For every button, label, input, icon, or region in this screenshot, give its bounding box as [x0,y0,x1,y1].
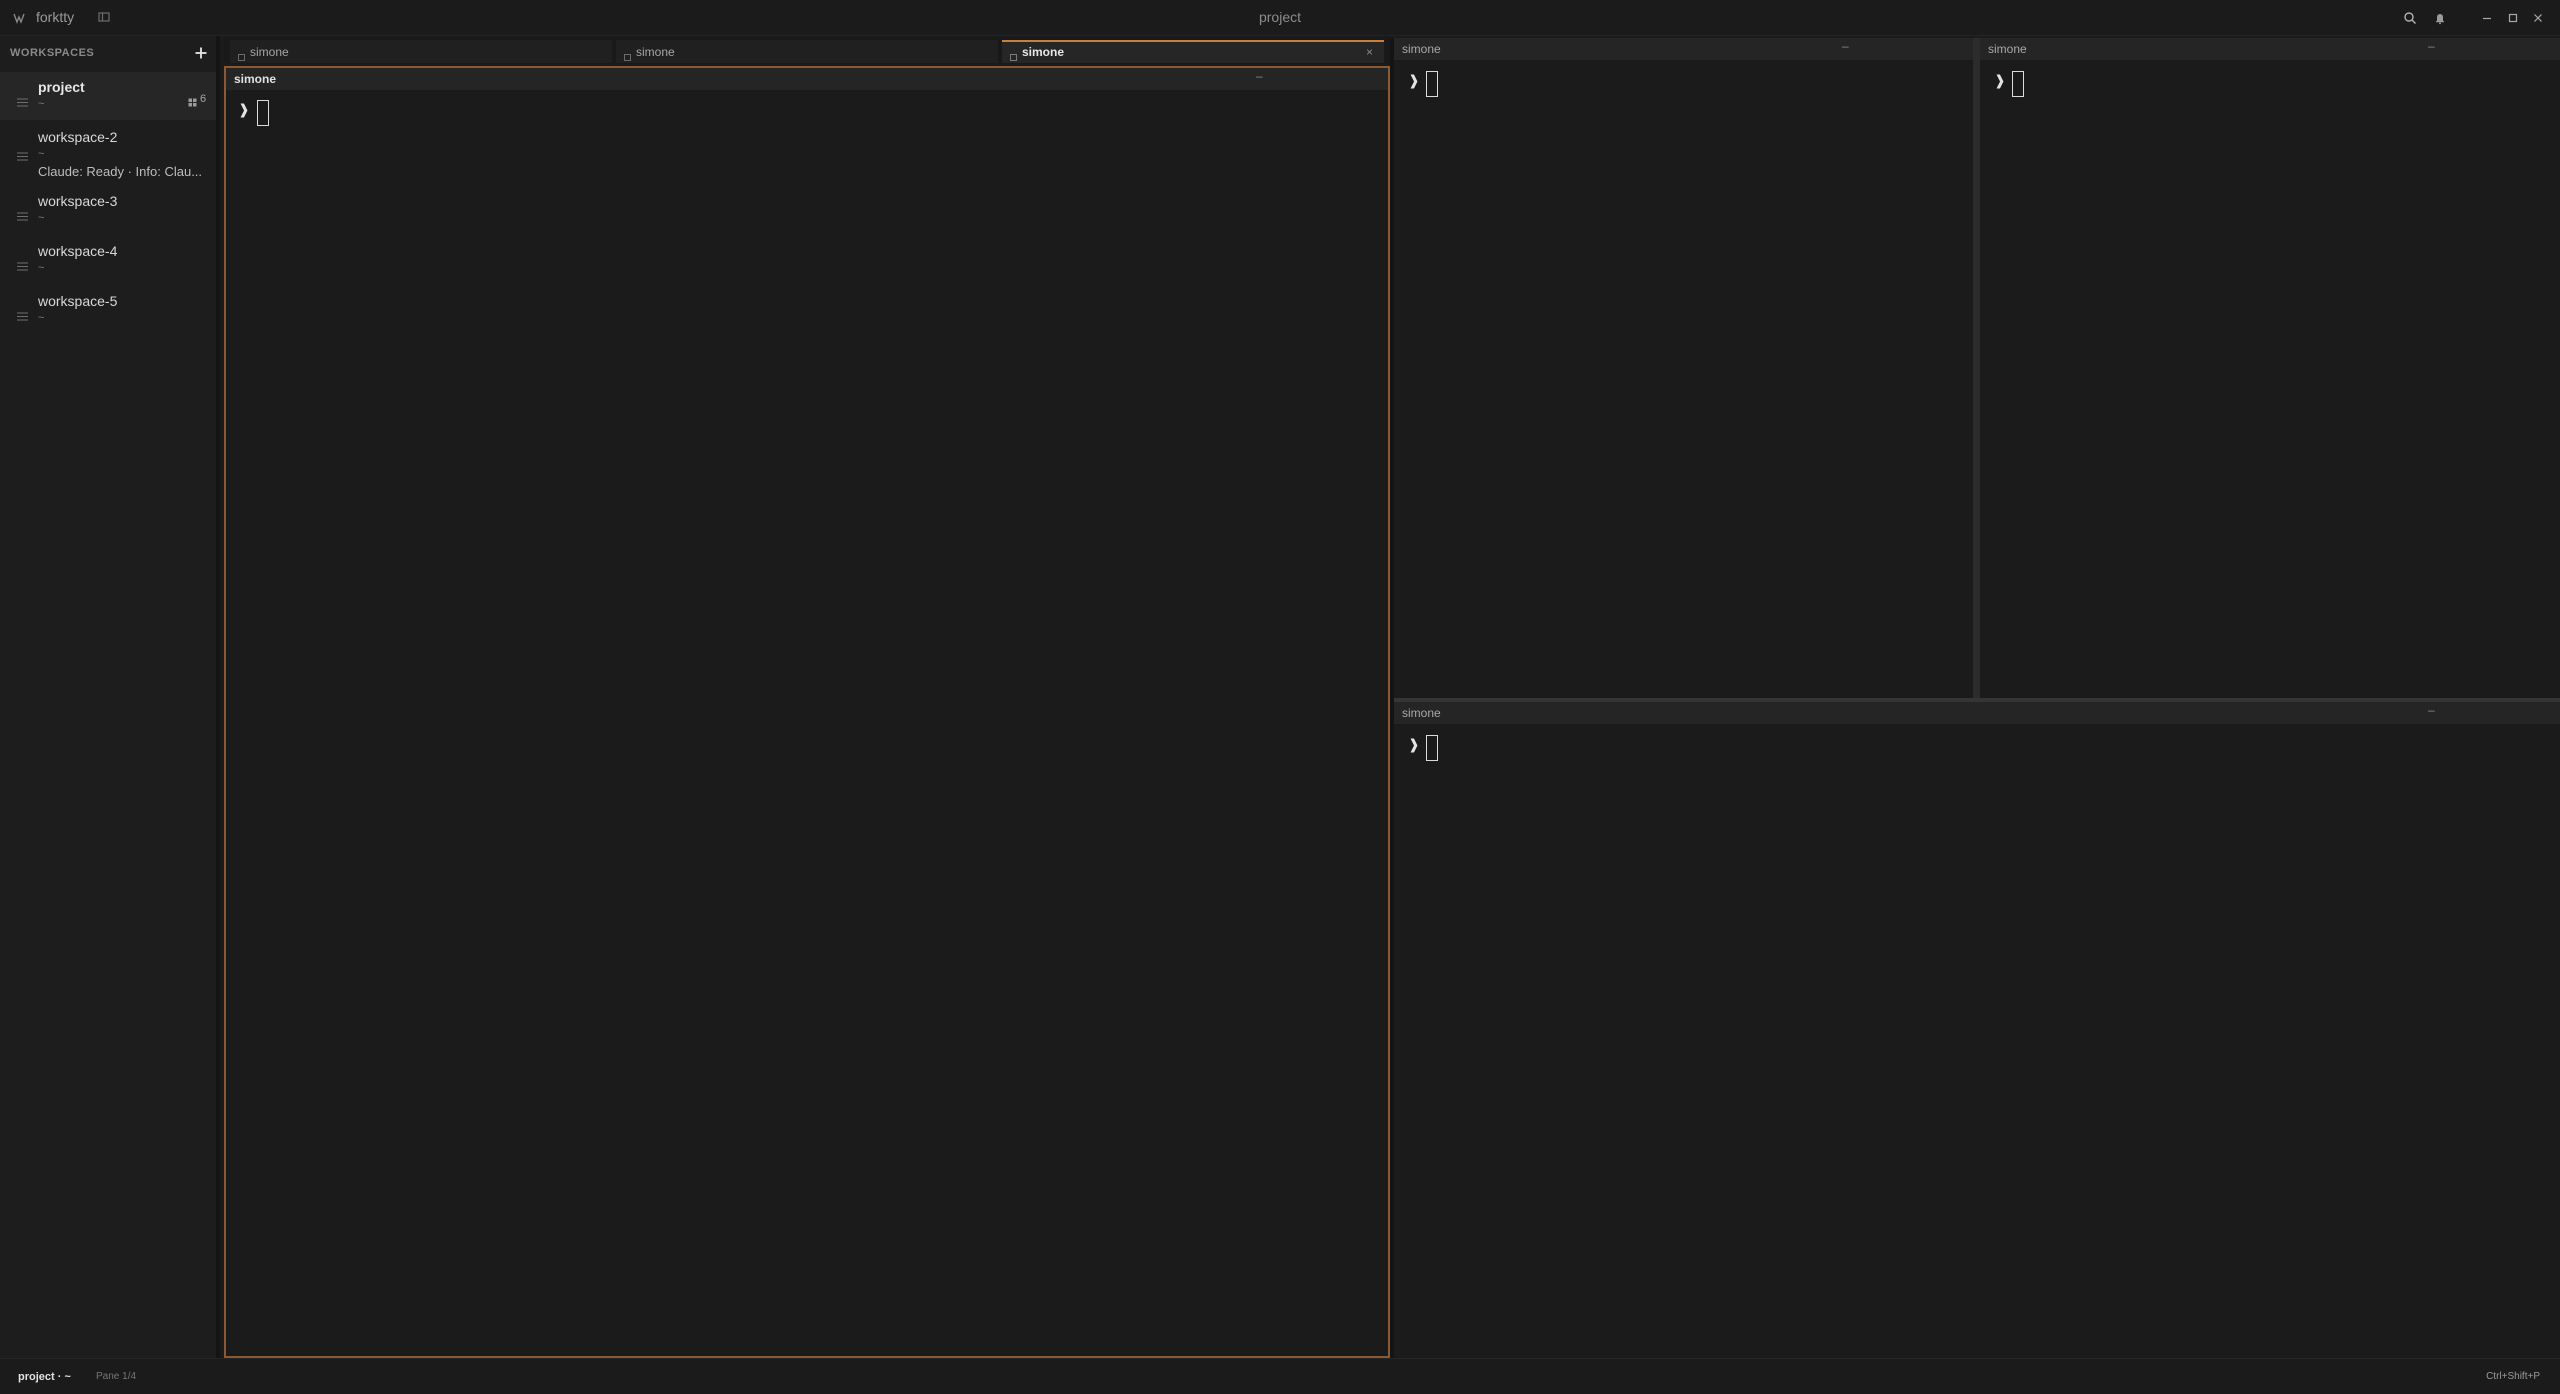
terminal-cursor [1426,71,1438,97]
pane-minimize-button[interactable]: – [2428,703,2435,717]
shell-prompt: ❱ [1408,73,1420,89]
terminal-pane-top-middle[interactable]: simone – ❱ [1394,38,1973,698]
drag-handle-icon[interactable] [17,94,28,107]
workspace-path: ~ [38,312,45,324]
shell-prompt: ❱ [238,102,250,118]
status-workspace: project · ~ [18,1371,71,1383]
tab-simone-3[interactable]: simone × [1002,40,1384,63]
shell-prompt: ❱ [1408,737,1420,753]
workspace-item-workspace-3[interactable]: workspace-3 ~ [0,186,216,234]
workspace-name: workspace-3 [38,193,118,209]
status-bar: project · ~ Pane 1/4 Ctrl+Shift+P [0,1358,2560,1394]
terminal-tab-icon [1010,48,1017,61]
workspace-path: ~ [38,148,45,160]
terminal-tab-icon [238,48,245,61]
tab-label: simone [250,45,289,59]
sidebar-header: WORKSPACES [0,36,216,70]
pane-header: simone – [1394,702,2560,724]
drag-handle-icon[interactable] [17,308,28,321]
title-bar: forktty project [0,0,2560,36]
drag-handle-icon[interactable] [17,258,28,271]
terminal-pane-left[interactable]: simone – ❱ [224,66,1390,1358]
tab-label: simone [1022,45,1065,59]
app-window: forktty project WORKSPACES project ~ 6 w… [0,0,2560,1394]
sidebar-toggle-icon[interactable] [97,10,111,24]
workspace-item-workspace-5[interactable]: workspace-5 ~ [0,286,216,334]
pane-title: simone [1402,42,1441,56]
terminal-cursor [257,100,269,126]
add-workspace-button[interactable] [192,44,210,62]
workspace-name: workspace-2 [38,129,118,145]
window-title: project [1258,9,1302,25]
workspace-path: ~ [38,98,45,110]
notification-bell-icon[interactable] [2432,10,2448,26]
drag-handle-icon[interactable] [17,208,28,221]
pane-header: simone – [226,68,1388,90]
pane-minimize-button[interactable]: – [1256,69,1263,83]
app-name: forktty [36,9,75,25]
pane-title: simone [1402,706,1441,720]
terminal-cursor [1426,735,1438,761]
workspace-name: workspace-4 [38,243,118,259]
maximize-window-icon[interactable] [2505,10,2521,26]
workspace-name: project [38,79,85,95]
workspace-item-project[interactable]: project ~ 6 [0,72,216,120]
command-palette-shortcut[interactable]: Ctrl+Shift+P [2486,1371,2540,1382]
workspace-pane-count: 6 [200,93,207,105]
workspace-path: ~ [38,262,45,274]
drag-handle-icon[interactable] [17,148,28,161]
tab-label: simone [636,45,675,59]
pane-minimize-button[interactable]: – [2428,39,2435,53]
workspace-sidebar: WORKSPACES project ~ 6 workspace-2 ~ Cla [0,36,220,1358]
shell-prompt: ❱ [1994,73,2006,89]
minimize-window-icon[interactable] [2479,10,2495,26]
workspace-name: workspace-5 [38,293,118,309]
close-window-icon[interactable] [2530,10,2546,26]
sidebar-title: WORKSPACES [10,47,95,59]
app-logo-icon [12,11,26,25]
pane-header: simone – [1980,38,2560,60]
pane-grid-icon [188,94,197,107]
terminal-pane-bottom[interactable]: simone – ❱ [1394,702,2560,1358]
workspace-path: ~ [38,212,45,224]
pane-divider-vertical[interactable] [1973,38,1980,698]
terminal-pane-top-right[interactable]: simone – ❱ [1980,38,2560,698]
workspace-status: Claude: Ready · Info: Clau... [38,164,203,179]
terminal-cursor [2012,71,2024,97]
tab-close-icon[interactable]: × [1366,45,1373,59]
pane-title: simone [1988,42,2027,56]
tab-simone-2[interactable]: simone [616,40,998,63]
tab-bar: simone simone simone × [224,36,1390,64]
terminal-tab-icon [624,48,631,61]
workspace-item-workspace-2[interactable]: workspace-2 ~ Claude: Ready · Info: Clau… [0,122,216,184]
pane-header: simone – [1394,38,1973,60]
workspace-item-workspace-4[interactable]: workspace-4 ~ [0,236,216,284]
pane-minimize-button[interactable]: – [1842,39,1849,53]
status-pane-indicator: Pane 1/4 [96,1371,137,1382]
tab-simone-1[interactable]: simone [230,40,612,63]
pane-title: simone [234,72,277,86]
search-icon[interactable] [2402,10,2418,26]
